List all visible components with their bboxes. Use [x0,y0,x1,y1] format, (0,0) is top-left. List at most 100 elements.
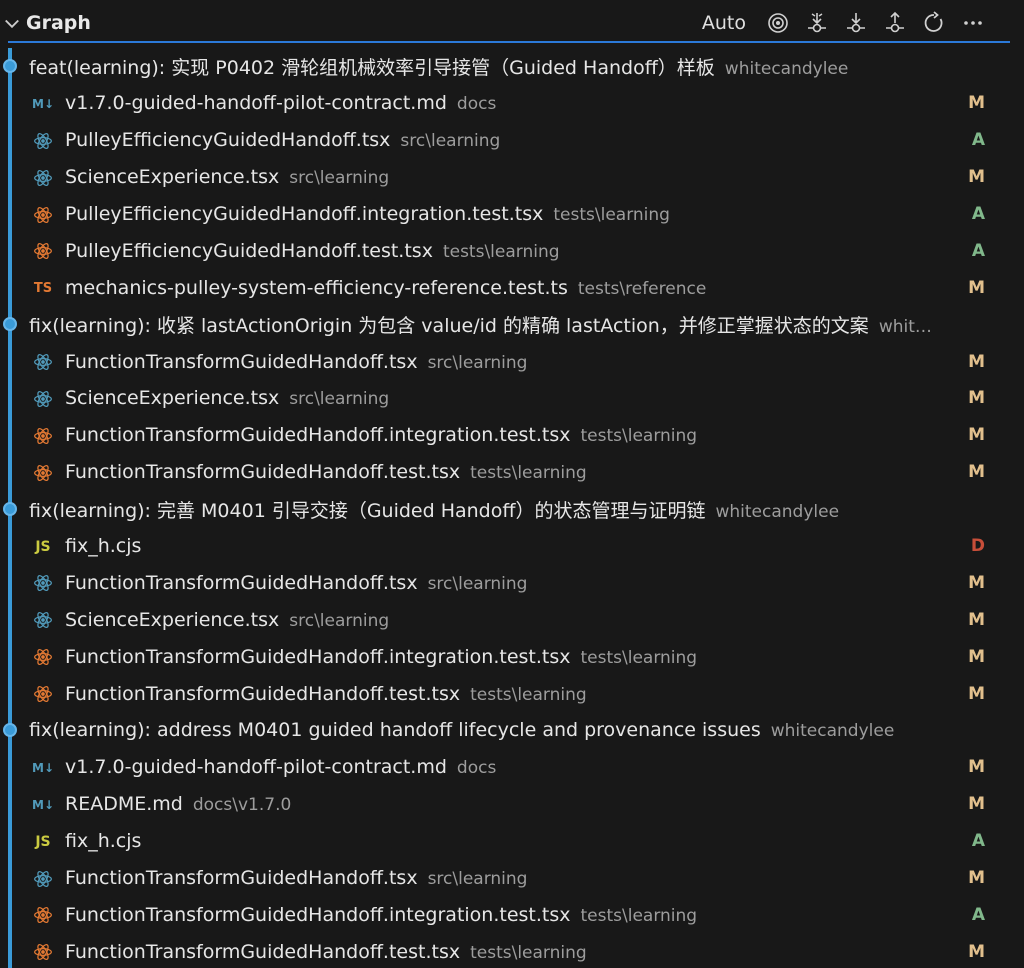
graph-lane [8,748,12,786]
scrollbar[interactable] [1010,46,1024,968]
changed-file-row[interactable]: FunctionTransformGuidedHandoff.integrati… [0,416,1010,454]
markdown-icon: M↓ [32,760,54,775]
auto-toggle[interactable]: Auto [702,12,746,34]
file-status-badge: M [968,425,985,446]
changed-file-row[interactable]: FunctionTransformGuidedHandoff.tsx src\le… [0,859,1010,897]
file-status-badge: A [971,204,985,224]
file-name: ScienceExperience.tsx [65,387,280,410]
graph-lane [8,933,12,968]
changed-file-row[interactable]: M↓ v1.7.0-guided-handoff-pilot-contract.m… [0,84,1010,122]
file-entry: FunctionTransformGuidedHandoff.tsx src\le… [65,351,527,373]
file-directory: tests\learning [580,426,698,447]
graph-lane [8,896,12,934]
react-icon [32,609,54,631]
react-icon [32,868,54,890]
changed-file-row[interactable]: TS mechanics-pulley-system-efficiency-ref… [0,269,1010,307]
file-name: PulleyEfficiencyGuidedHandoff.integratio… [65,203,544,225]
commit-row[interactable]: feat(learning): 实现 P0402 滑轮组机械效率引导接管（Gui… [0,48,1010,85]
react-icon [32,388,54,410]
commit-message: fix(learning): 完善 M0401 引导交接（Guided Hand… [29,496,839,523]
react-icon [32,167,54,189]
react-icon [32,351,54,373]
chevron-down-icon[interactable] [2,13,22,33]
react-test-icon [32,240,54,262]
changed-file-row[interactable]: FunctionTransformGuidedHandoff.test.tsx t… [0,675,1010,713]
markdown-icon: M↓ [32,96,54,111]
file-name: FunctionTransformGuidedHandoff.integrati… [65,424,571,447]
file-name: v1.7.0-guided-handoff-pilot-contract.md [65,92,447,115]
fetch-icon[interactable] [802,8,832,38]
file-status-badge: M [968,93,985,114]
commit-node-icon [3,317,17,332]
commit-author: whit… [878,317,932,338]
commit-row[interactable]: fix(learning): 收紧 lastActionOrigin 为包含 v… [0,306,1010,344]
pull-icon[interactable] [841,8,871,38]
changed-file-row[interactable]: FunctionTransformGuidedHandoff.tsx src\le… [0,343,1010,381]
graph-lane [8,859,12,897]
changed-file-row[interactable]: ScienceExperience.tsx src\learning M [0,158,1010,196]
commit-author: whitecandylee [770,721,895,742]
file-entry: PulleyEfficiencyGuidedHandoff.integratio… [65,203,670,225]
graph-lane [8,416,12,454]
file-directory: tests\learning [470,684,587,705]
changed-file-row[interactable]: FunctionTransformGuidedHandoff.integrati… [0,638,1010,676]
graph-lane [8,527,12,565]
file-name: FunctionTransformGuidedHandoff.tsx [65,867,418,890]
graph-lane [8,453,12,491]
react-test-icon [32,904,54,926]
push-icon[interactable] [880,8,910,38]
commit-author: whitecandylee [724,58,849,79]
react-test-icon [32,683,54,705]
file-directory: docs [456,94,497,115]
changed-file-row[interactable]: PulleyEfficiencyGuidedHandoff.tsx src\lea… [0,121,1010,159]
graph-header[interactable]: Graph Auto [0,0,1024,46]
file-entry: mechanics-pulley-system-efficiency-refer… [65,277,706,299]
file-status-badge: A [971,904,985,925]
changed-file-row[interactable]: JS fix_h.cjs D [0,527,1010,565]
changed-file-row[interactable]: FunctionTransformGuidedHandoff.test.tsx t… [0,933,1010,968]
file-entry: FunctionTransformGuidedHandoff.tsx src\le… [65,572,527,594]
changed-file-row[interactable]: PulleyEfficiencyGuidedHandoff.integratio… [0,195,1010,233]
file-status-badge: M [968,609,985,630]
file-status-badge: M [968,794,985,815]
changed-file-row[interactable]: M↓ README.md docs\v1.7.0 M [0,785,1010,823]
file-directory: src\learning [427,869,528,890]
file-directory: tests\learning [553,205,670,225]
commit-row[interactable]: fix(learning): 完善 M0401 引导交接（Guided Hand… [0,490,1010,528]
file-status-badge: A [971,130,985,151]
graph-lane [8,638,12,676]
file-directory: tests\learning [580,905,698,926]
file-entry: v1.7.0-guided-handoff-pilot-contract.md d… [65,92,496,114]
commit-message-text: feat(learning): 实现 P0402 滑轮组机械效率引导接管（Gui… [29,56,715,79]
file-entry: fix_h.cjs [65,830,151,852]
section-title: Graph [26,12,91,34]
file-entry: ScienceExperience.tsx src\learning [65,387,389,409]
changed-file-row[interactable]: FunctionTransformGuidedHandoff.integrati… [0,896,1010,934]
file-directory: tests\learning [442,241,560,262]
file-name: FunctionTransformGuidedHandoff.test.tsx [65,461,461,484]
changed-file-row[interactable]: FunctionTransformGuidedHandoff.tsx src\le… [0,564,1010,602]
file-directory: docs [456,758,497,779]
target-icon[interactable] [763,8,793,38]
graph-lane [8,564,12,602]
changed-file-row[interactable]: JS fix_h.cjs A [0,822,1010,860]
graph-list: feat(learning): 实现 P0402 滑轮组机械效率引导接管（Gui… [0,48,1010,968]
commit-row[interactable]: fix(learning): address M0401 guided hand… [0,712,1010,749]
file-entry: PulleyEfficiencyGuidedHandoff.test.tsx te… [65,240,560,262]
commit-message: fix(learning): 收紧 lastActionOrigin 为包含 v… [29,311,932,338]
changed-file-row[interactable]: ScienceExperience.tsx src\learning M [0,601,1010,639]
changed-file-row[interactable]: FunctionTransformGuidedHandoff.test.tsx t… [0,453,1010,491]
changed-file-row[interactable]: ScienceExperience.tsx src\learning M [0,380,1010,417]
file-status-badge: M [968,868,985,889]
react-test-icon [32,462,54,484]
refresh-icon[interactable] [919,8,949,38]
file-name: ScienceExperience.tsx [65,608,280,631]
graph-lane [8,601,12,639]
more-actions-icon[interactable] [958,8,988,38]
changed-file-row[interactable]: M↓ v1.7.0-guided-handoff-pilot-contract.m… [0,748,1010,786]
changed-file-row[interactable]: PulleyEfficiencyGuidedHandoff.test.tsx te… [0,232,1010,270]
react-test-icon [32,646,54,668]
commit-message-text: fix(learning): 收紧 lastActionOrigin 为包含 v… [29,315,869,338]
file-status-badge: M [968,757,985,778]
graph-lane [8,158,12,196]
